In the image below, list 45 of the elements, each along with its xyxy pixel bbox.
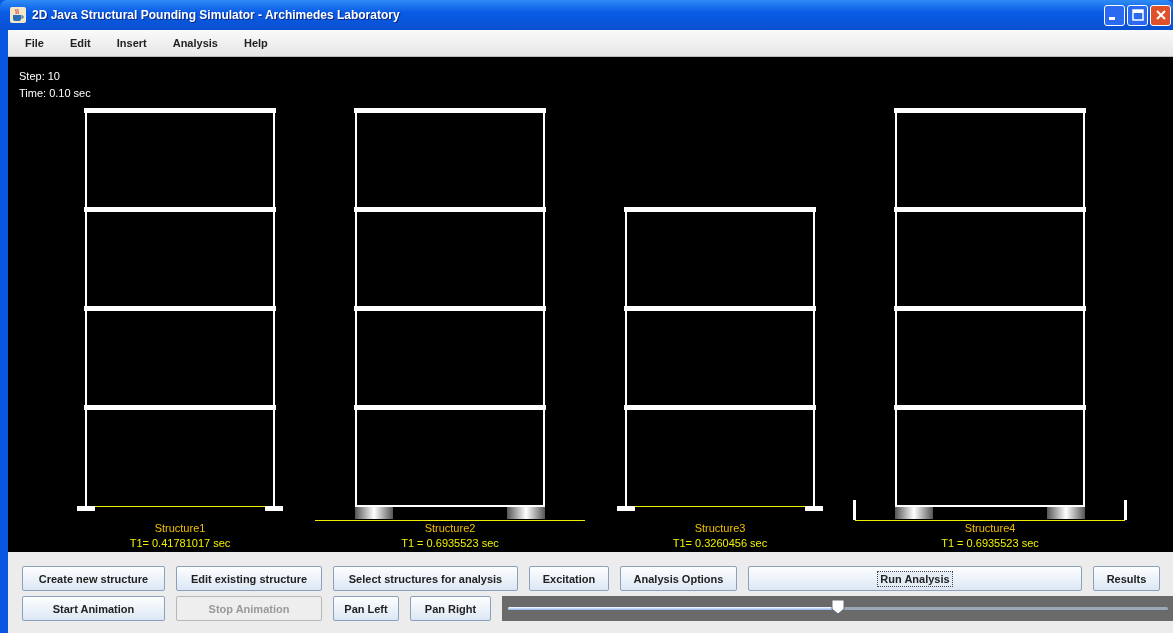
- step-counter: Step: 10: [19, 70, 61, 82]
- toolbar-button[interactable]: Select structures for analysis: [333, 566, 518, 591]
- close-button[interactable]: [1150, 4, 1171, 26]
- toolbar-button[interactable]: Pan Left: [333, 596, 399, 621]
- structure-name: Structure3: [694, 522, 746, 534]
- toolbar-button[interactable]: Results: [1093, 566, 1160, 591]
- minimize-icon: [1109, 17, 1115, 20]
- time-readout: Time: 0.10 sec: [19, 87, 91, 99]
- structure-name: Structure2: [424, 522, 476, 534]
- toolbar-button[interactable]: Create new structure: [22, 566, 165, 591]
- period-label: T1 = 0.6935523 sec: [401, 537, 499, 549]
- menu-item[interactable]: Edit: [56, 37, 104, 49]
- window-title: 2D Java Structural Pounding Simulator - Archimedes Laboratory: [32, 8, 401, 22]
- toolbar-button[interactable]: Excitation: [529, 566, 609, 591]
- foundation-pad: [77, 506, 95, 511]
- close-icon: [1154, 9, 1167, 21]
- minimize-button[interactable]: [1104, 4, 1125, 26]
- maximize-icon: [1131, 9, 1144, 21]
- base-isolator: [355, 507, 393, 519]
- menu-item[interactable]: Analysis: [159, 37, 231, 49]
- base-isolator: [1047, 507, 1085, 519]
- slider-thumb[interactable]: [831, 599, 845, 615]
- coffee-cup-icon: [10, 7, 26, 23]
- menu-item[interactable]: Help: [230, 37, 281, 49]
- period-label: T1= 0.3260456 sec: [672, 537, 768, 549]
- moat-wall: [853, 500, 856, 520]
- menu-item[interactable]: File: [12, 37, 57, 49]
- menu-item[interactable]: Insert: [103, 37, 160, 49]
- base-isolator: [895, 507, 933, 519]
- toolbar-button[interactable]: Start Animation: [22, 596, 165, 621]
- structure-name: Structure1: [154, 522, 206, 534]
- foundation-pad: [805, 506, 823, 511]
- time-slider[interactable]: [502, 596, 1173, 621]
- moat-wall: [1124, 500, 1127, 520]
- period-label: T1 = 0.6935523 sec: [941, 537, 1039, 549]
- base-isolator: [507, 507, 545, 519]
- toolbar-button[interactable]: Analysis Options: [620, 566, 737, 591]
- toolbar-button[interactable]: Run Analysis: [748, 566, 1082, 591]
- foundation-pad: [617, 506, 635, 511]
- maximize-button[interactable]: [1127, 4, 1148, 26]
- structure-name: Structure4: [964, 522, 1016, 534]
- toolbar-button[interactable]: Edit existing structure: [176, 566, 322, 591]
- toolbar-button[interactable]: Pan Right: [410, 596, 491, 621]
- foundation-pad: [265, 506, 283, 511]
- period-label: T1= 0.41781017 sec: [129, 537, 231, 549]
